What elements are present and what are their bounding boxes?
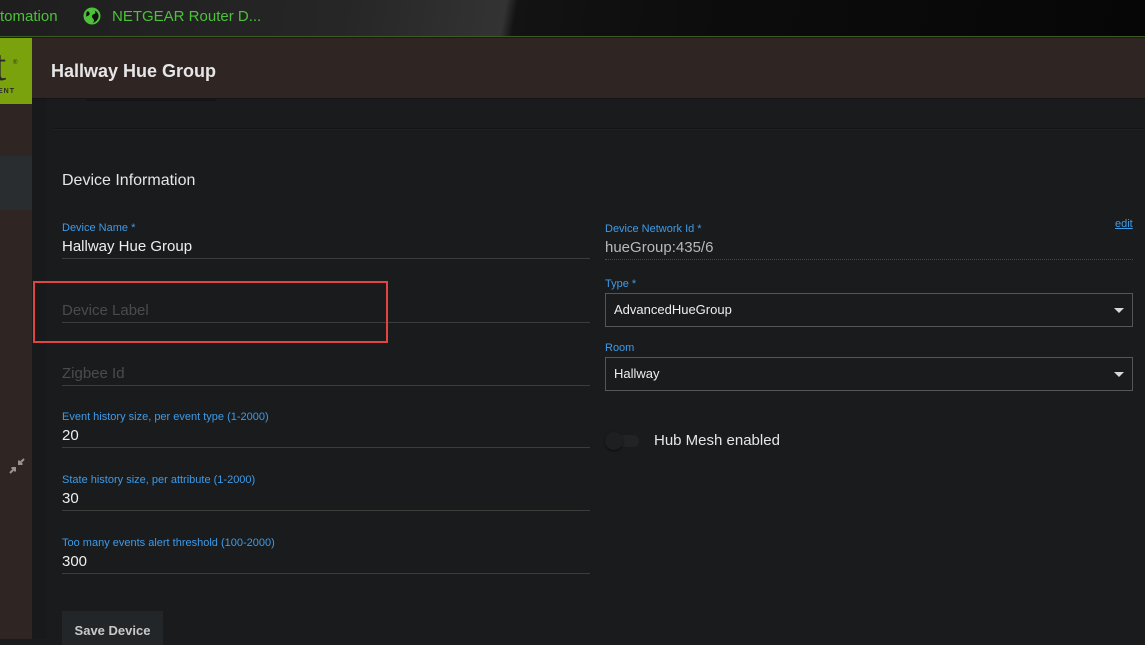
type-selected-value: AdvancedHueGroup — [614, 302, 732, 317]
event-history-input[interactable] — [62, 424, 590, 448]
edit-network-id-link[interactable]: edit — [1115, 218, 1133, 230]
type-field: Type * AdvancedHueGroup — [605, 277, 1133, 327]
logo-registered-mark: ® — [13, 60, 18, 66]
device-label-input[interactable] — [62, 299, 590, 323]
content-gutter — [32, 99, 47, 639]
chevron-down-icon — [1114, 308, 1124, 313]
sidebar: t ® ENT — [0, 38, 32, 639]
event-history-label: Event history size, per event type (1-20… — [62, 411, 269, 423]
room-selected-value: Hallway — [614, 366, 660, 381]
previous-card-edge — [54, 99, 1145, 129]
section-title: Device Information — [62, 172, 196, 189]
bookmark-netgear-router[interactable]: NETGEAR Router D... — [83, 6, 261, 26]
collapse-arrows-icon[interactable] — [8, 457, 26, 475]
device-label-field — [62, 299, 590, 323]
globe-icon — [83, 7, 101, 25]
page-header: Hallway Hue Group — [32, 38, 1145, 99]
state-history-label: State history size, per attribute (1-200… — [62, 474, 256, 486]
tab-shadow — [86, 99, 216, 101]
logo-letter: t — [0, 41, 7, 90]
alert-threshold-label: Too many events alert threshold (100-200… — [62, 537, 275, 549]
toggle-knob — [605, 432, 623, 450]
alert-threshold-field: Too many events alert threshold (100-200… — [62, 536, 590, 574]
device-name-label: Device Name * — [62, 222, 136, 234]
type-select[interactable]: AdvancedHueGroup — [605, 293, 1133, 327]
zigbee-id-field — [62, 362, 590, 386]
zigbee-id-input[interactable] — [62, 362, 590, 386]
device-name-input[interactable] — [62, 235, 590, 259]
save-device-button[interactable]: Save Device — [62, 611, 163, 645]
bookmarks-bar: tomation NETGEAR Router D... — [0, 0, 1145, 37]
hub-mesh-row: Hub Mesh enabled — [605, 429, 780, 451]
room-field: Room Hallway — [605, 341, 1133, 391]
bookmark-label: NETGEAR Router D... — [112, 7, 262, 25]
room-select[interactable]: Hallway — [605, 357, 1133, 391]
device-name-field: Device Name * — [62, 221, 590, 259]
state-history-input[interactable] — [62, 487, 590, 511]
bookmark-label: tomation — [0, 7, 58, 25]
device-network-id-field: Device Network Id * — [605, 222, 1133, 260]
device-network-id-input — [605, 236, 1133, 260]
bookmark-automation[interactable]: tomation — [0, 6, 58, 26]
alert-threshold-input[interactable] — [62, 550, 590, 574]
state-history-field: State history size, per attribute (1-200… — [62, 473, 590, 511]
hubitat-logo[interactable]: t ® ENT — [0, 38, 32, 104]
chevron-down-icon — [1114, 372, 1124, 377]
hub-mesh-label: Hub Mesh enabled — [654, 431, 780, 449]
logo-subtitle: ENT — [0, 88, 15, 95]
sidebar-item-active[interactable] — [0, 156, 32, 210]
main-content: Device Information Device Name * Event h… — [32, 99, 1145, 645]
device-network-id-label: Device Network Id * — [605, 223, 702, 235]
hub-mesh-toggle[interactable] — [605, 432, 639, 450]
event-history-field: Event history size, per event type (1-20… — [62, 410, 590, 448]
page-title: Hallway Hue Group — [51, 61, 217, 81]
room-label: Room — [605, 342, 635, 354]
type-label: Type * — [605, 278, 637, 290]
